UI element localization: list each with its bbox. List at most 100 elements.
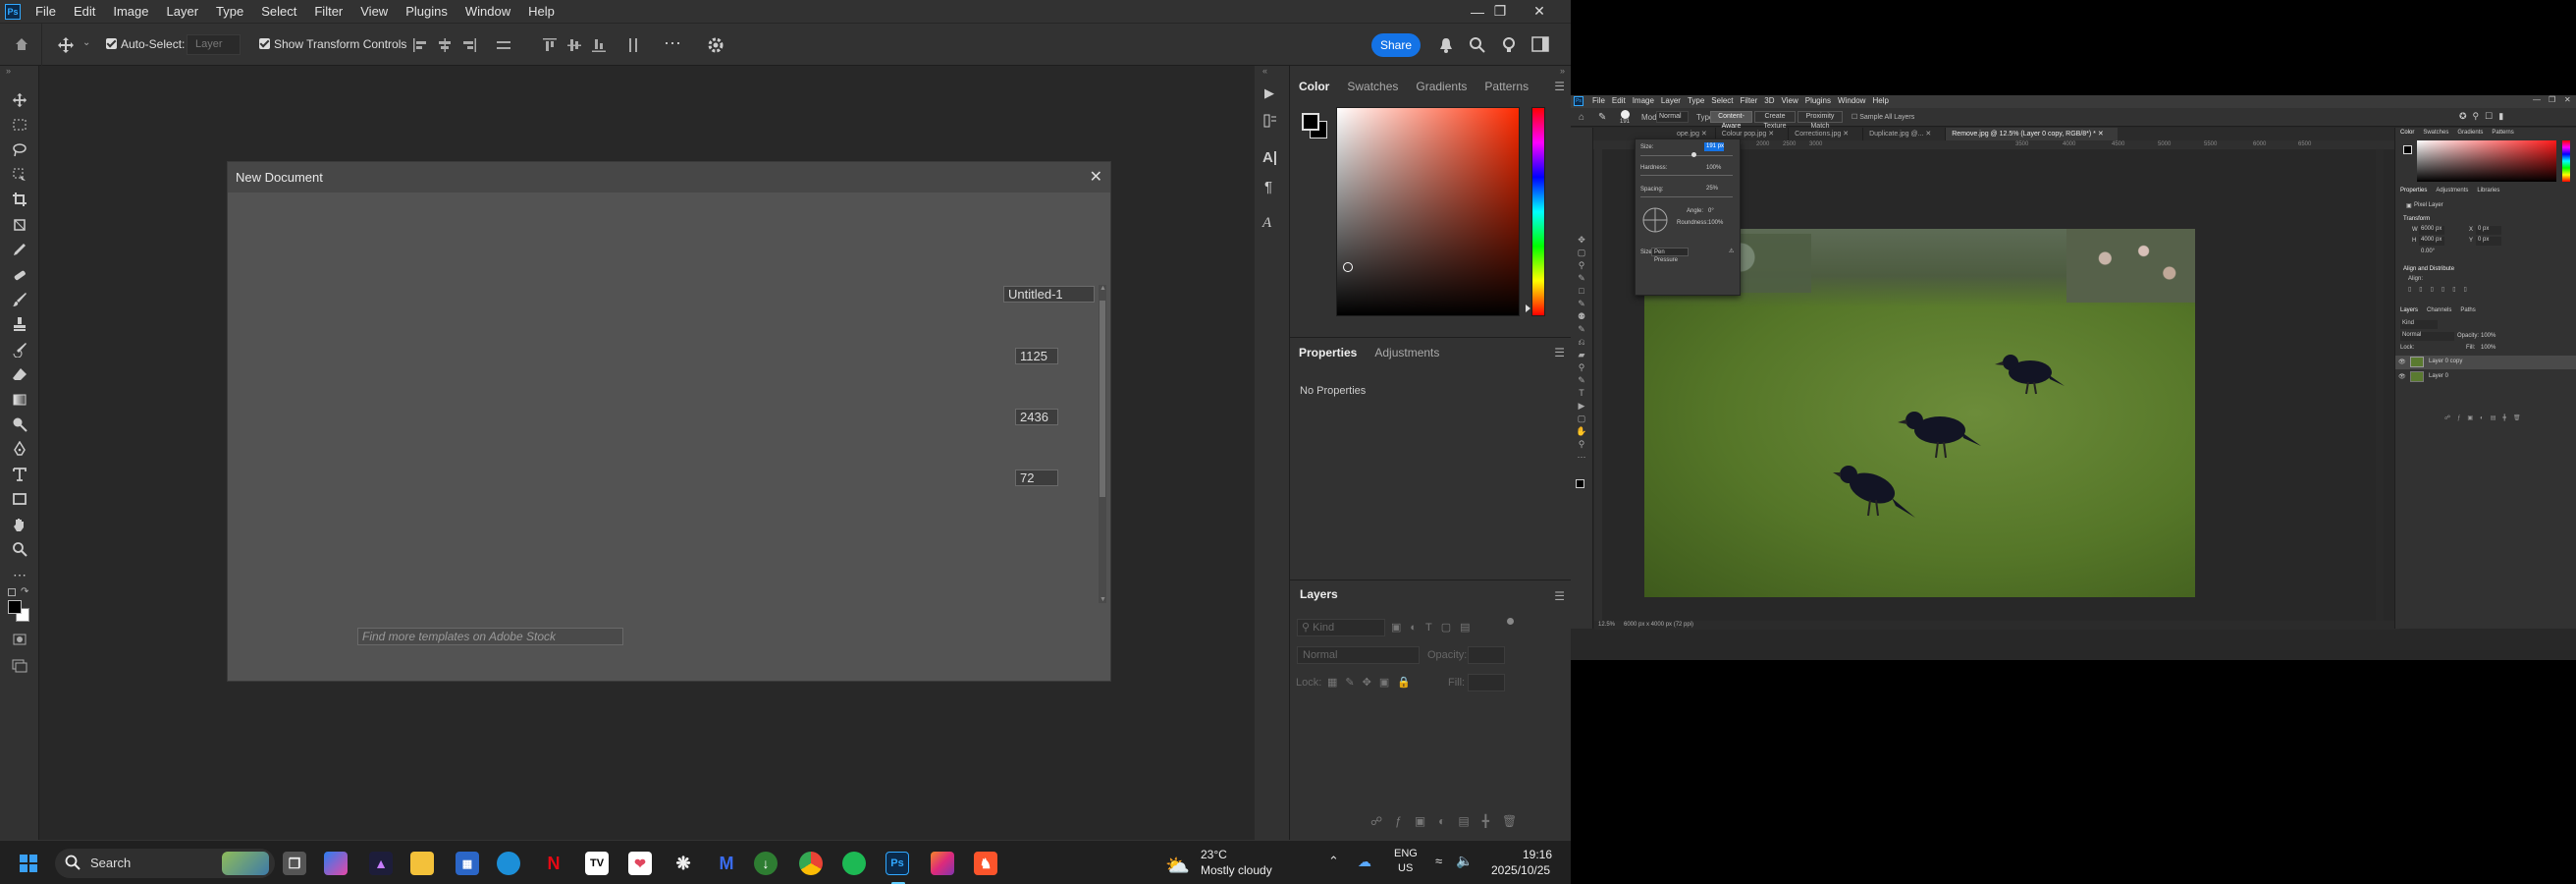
ps2-menu-image[interactable]: Image <box>1633 96 1654 105</box>
history-brush-tool-icon[interactable] <box>10 340 29 359</box>
fill-field[interactable] <box>1468 674 1505 691</box>
rectangle-tool-icon[interactable] <box>10 489 29 509</box>
ps2-menu-edit[interactable]: Edit <box>1612 96 1626 105</box>
status-zoom[interactable]: 12.5% <box>1598 622 1615 628</box>
clock-date[interactable]: 2025/10/25 <box>1491 863 1550 877</box>
menu-window[interactable]: Window <box>456 0 519 23</box>
lock-icons[interactable]: ▦✎✥▣🔒 <box>1327 676 1419 689</box>
align-center-icon[interactable] <box>437 37 453 53</box>
collapse-arrows-icon[interactable]: « <box>1262 66 1267 76</box>
distribute-vertical-icon[interactable] <box>625 37 641 53</box>
hardness-slider[interactable] <box>1640 175 1733 176</box>
scroll-up-icon[interactable]: ▲ <box>1100 285 1106 292</box>
close-icon[interactable]: ✕ <box>1843 131 1849 138</box>
transform-x-field[interactable]: 0 px <box>2476 226 2501 235</box>
doc-tab-4[interactable]: Duplicate.jpg @... ✕ <box>1862 128 1945 140</box>
brush-preview[interactable] <box>1621 110 1630 119</box>
tab-patterns[interactable]: Patterns <box>2492 130 2513 136</box>
ps2-menu-window[interactable]: Window <box>1838 96 1865 105</box>
tab-adjustments[interactable]: Adjustments <box>1366 342 1448 363</box>
tab-channels[interactable]: Channels <box>2427 307 2451 313</box>
size-slider-handle[interactable] <box>1691 152 1696 157</box>
maximize-button[interactable]: ❐ <box>2549 95 2555 104</box>
roundness-value[interactable]: 100% <box>1708 220 1723 226</box>
spacing-value[interactable]: 25% <box>1706 186 1718 192</box>
menu-edit[interactable]: Edit <box>65 0 104 23</box>
windows-start-icon[interactable] <box>20 855 37 872</box>
foreground-color-swatch[interactable] <box>1576 479 1584 488</box>
photoshop-taskbar-icon[interactable]: Ps <box>886 852 909 875</box>
download-manager-icon[interactable]: ↓ <box>754 852 778 875</box>
lasso-tool-icon[interactable] <box>10 140 29 160</box>
file-explorer-icon[interactable] <box>410 852 434 875</box>
layer-row[interactable]: 👁 Layer 0 <box>2395 370 2576 384</box>
swap-colors-icon[interactable]: ↷ <box>21 586 28 597</box>
tab-gradients[interactable]: Gradients <box>1407 76 1476 97</box>
chevron-up-icon[interactable]: ⌃ <box>1328 854 1339 869</box>
scroll-down-icon[interactable]: ▼ <box>1100 596 1106 603</box>
healing-brush-tool-icon[interactable] <box>10 265 29 285</box>
panel-menu-icon[interactable]: ☰ <box>1554 346 1565 359</box>
align-right-icon[interactable] <box>461 37 477 53</box>
move-tool-icon[interactable] <box>57 36 75 54</box>
search-icon[interactable] <box>1469 36 1485 53</box>
ps2-menu-layer[interactable]: Layer <box>1661 96 1681 105</box>
eraser-tool-icon[interactable] <box>10 364 29 384</box>
eye-icon[interactable]: 👁 <box>2398 359 2406 365</box>
transform-height-field[interactable]: 4000 px <box>2419 237 2444 246</box>
chatgpt-icon[interactable]: ❋ <box>671 852 695 875</box>
ps2-color-field[interactable] <box>2417 140 2556 182</box>
more-tools-icon[interactable]: ⋯ <box>10 565 29 584</box>
close-icon[interactable]: ✕ <box>1701 131 1707 138</box>
volume-icon[interactable]: 🔈 <box>1456 853 1473 869</box>
character-icon[interactable]: A| <box>1262 149 1277 166</box>
template-search-input[interactable]: Find more templates on Adobe Stock <box>357 628 623 645</box>
instagram-icon[interactable] <box>931 852 954 875</box>
frame-tool-icon[interactable] <box>10 215 29 235</box>
color-swatches[interactable] <box>8 600 29 622</box>
align-buttons[interactable]: ▯▯▯▯▯▯ <box>2408 286 2475 293</box>
edge-browser-icon[interactable] <box>497 852 520 875</box>
align-middle-icon[interactable] <box>566 37 582 53</box>
transform-controls-checkbox[interactable]: Show Transform Controls <box>259 37 406 51</box>
ps2-menu-select[interactable]: Select <box>1711 96 1733 105</box>
ps2-layer-kind-filter[interactable]: Kind <box>2400 320 2438 329</box>
malwarebytes-icon[interactable]: M <box>715 852 738 875</box>
calculator-app-icon[interactable]: ❤ <box>628 852 652 875</box>
brave-icon[interactable]: ♞ <box>974 852 997 875</box>
glyphs-icon[interactable]: A <box>1262 215 1271 232</box>
layers-footer-icons[interactable]: ☍ƒ▣◐▤╋🗑 <box>1370 814 1530 828</box>
move-tool-icon[interactable] <box>10 90 29 110</box>
history-icon[interactable] <box>1262 113 1278 134</box>
collapse-arrows-icon[interactable]: » <box>1560 66 1565 76</box>
screen-mode-icon[interactable] <box>10 655 29 675</box>
menu-view[interactable]: View <box>351 0 397 23</box>
panel-menu-icon[interactable]: ☰ <box>1554 80 1565 93</box>
ps2-menu-plugins[interactable]: Plugins <box>1805 96 1831 105</box>
type-tool-icon[interactable] <box>10 465 29 484</box>
collapse-arrows-icon[interactable]: » <box>6 66 11 76</box>
transform-y-field[interactable]: 0 px <box>2476 237 2501 246</box>
home-icon[interactable] <box>14 36 29 52</box>
tab-patterns[interactable]: Patterns <box>1476 76 1537 97</box>
close-window-button[interactable]: ✕ <box>2564 95 2571 104</box>
brush-angle-preview[interactable] <box>1641 206 1669 234</box>
ps2-top-right-icons[interactable]: ✪⚲☐▮ <box>2459 111 2509 122</box>
transform-width-field[interactable]: 6000 px <box>2419 226 2444 235</box>
chrome-icon[interactable] <box>799 852 823 875</box>
copilot-icon[interactable] <box>324 852 348 875</box>
doc-tab-3[interactable]: Corrections.jpg ✕ <box>1788 128 1862 140</box>
resolution-field[interactable]: 72 <box>1015 470 1058 486</box>
default-colors-icon[interactable] <box>8 588 16 596</box>
dialog-close-icon[interactable]: ✕ <box>1090 167 1102 187</box>
taskbar-search-box[interactable]: Search <box>55 849 275 878</box>
eye-icon[interactable]: 👁 <box>2398 373 2406 380</box>
hue-slider[interactable] <box>1531 107 1545 316</box>
tab-properties[interactable]: Properties <box>1290 342 1366 363</box>
type-content-aware-button[interactable]: Content-Aware <box>1710 111 1752 130</box>
canvas-scrollbar[interactable] <box>2376 149 2384 621</box>
align-bottom-icon[interactable] <box>591 37 607 53</box>
hardness-value[interactable]: 100% <box>1706 165 1721 171</box>
type-create-texture-button[interactable]: Create Texture <box>1754 111 1796 130</box>
ps2-menu-help[interactable]: Help <box>1872 96 1888 105</box>
